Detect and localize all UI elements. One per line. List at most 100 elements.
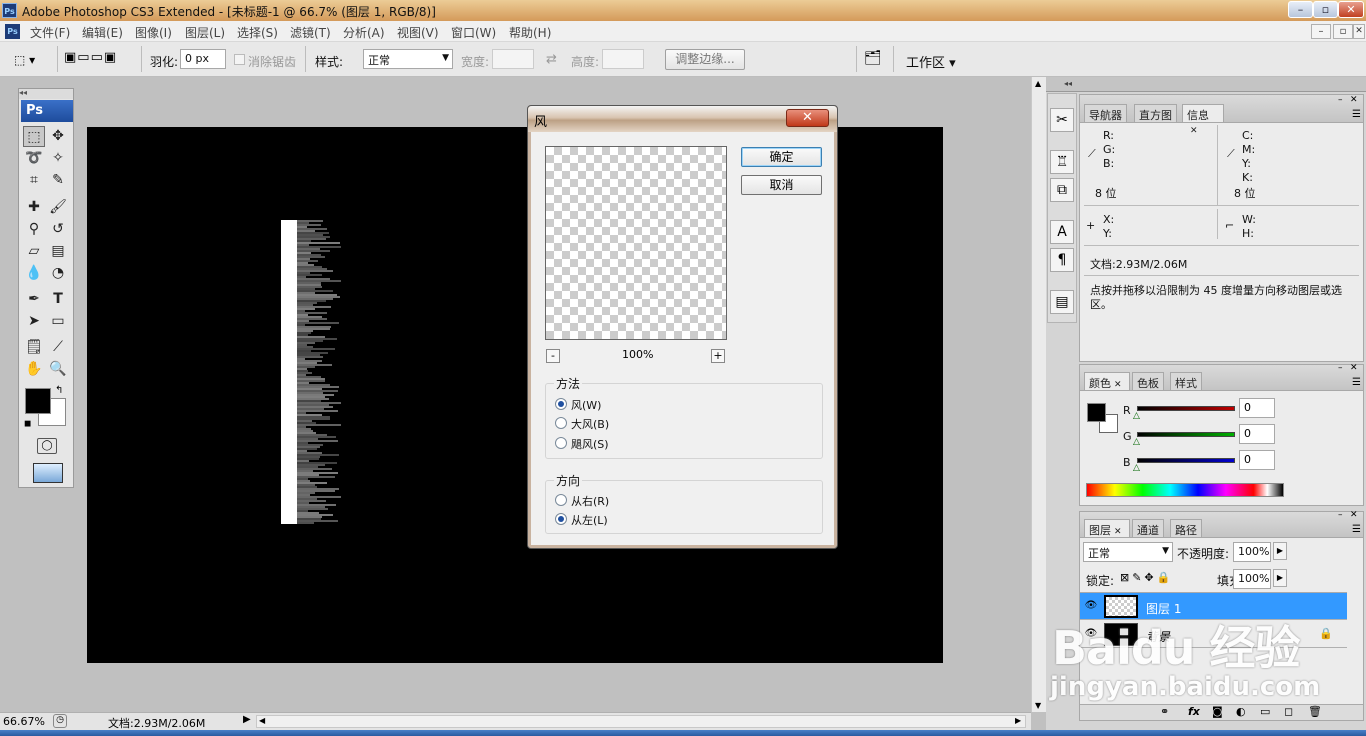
scroll-left-icon[interactable]: ◀ [259, 716, 265, 725]
style-select[interactable]: 正常 ▼ [363, 49, 453, 69]
layer-mask-icon[interactable]: ◙ [1212, 705, 1223, 718]
method-wind-label[interactable]: 风(W) [571, 397, 601, 413]
brush-tool-icon[interactable]: 🖌 [47, 197, 69, 218]
opacity-arrow-icon[interactable]: ▶ [1273, 542, 1287, 560]
method-stagger-label[interactable]: 飓风(S) [571, 436, 609, 452]
rect-marquee-tool-icon[interactable]: ⬚ [23, 126, 45, 147]
menu-view[interactable]: 视图(V) [397, 24, 439, 41]
tab-histogram[interactable]: 直方图 [1134, 104, 1177, 122]
blur-tool-icon[interactable]: 💧 [23, 263, 45, 284]
menu-window[interactable]: 窗口(W) [451, 24, 496, 41]
scroll-right-icon[interactable]: ▶ [1015, 716, 1021, 725]
doc-minimize-button[interactable]: – [1311, 24, 1331, 39]
brushes-icon[interactable]: ♖ [1050, 150, 1074, 174]
direction-right-radio[interactable] [555, 494, 567, 506]
doc-close-button[interactable]: ✕ [1353, 24, 1365, 39]
feather-input[interactable]: 0 px [180, 49, 226, 69]
menu-layer[interactable]: 图层(L) [185, 24, 225, 41]
maximize-button[interactable]: ▫ [1313, 1, 1338, 18]
zoom-in-button[interactable]: + [711, 349, 725, 363]
direction-left-label[interactable]: 从左(L) [571, 512, 608, 528]
close-icon[interactable]: ✕ [1114, 527, 1122, 537]
paragraph-icon[interactable]: ¶ [1050, 248, 1074, 272]
method-stagger-radio[interactable] [555, 437, 567, 449]
quick-mask-icon[interactable]: ◯ [37, 438, 57, 454]
slider-thumb-icon[interactable]: △ [1133, 437, 1140, 447]
color-spectrum-bar[interactable] [1086, 483, 1284, 497]
panel-collapse-icon[interactable]: – [1338, 95, 1343, 105]
slice-tool-icon[interactable]: ✎ [47, 170, 69, 191]
menu-image[interactable]: 图像(I) [135, 24, 172, 41]
close-icon[interactable]: ✕ [1190, 126, 1198, 136]
lock-options-icons[interactable]: ⊠✎✥🔒 [1120, 571, 1173, 584]
selection-mode-icons[interactable]: ▣▭▭▣ [64, 50, 134, 70]
eraser-tool-icon[interactable]: ▱ [23, 241, 45, 262]
method-blast-label[interactable]: 大风(B) [571, 416, 609, 432]
fill-input[interactable]: 100% [1233, 569, 1271, 589]
scroll-down-icon[interactable]: ▼ [1035, 701, 1041, 710]
panel-menu-icon[interactable]: ☰ [1352, 109, 1361, 120]
close-button[interactable]: ✕ [1338, 1, 1364, 18]
zoom-tool-icon[interactable]: 🔍 [47, 359, 69, 380]
ok-button[interactable]: 确定 [741, 147, 822, 167]
slider-thumb-icon[interactable]: △ [1133, 463, 1140, 473]
tab-color[interactable]: 颜色 ✕ [1084, 372, 1130, 390]
color-b-slider[interactable] [1137, 458, 1235, 463]
color-g-slider[interactable] [1137, 432, 1235, 437]
tool-presets-icon[interactable]: ✂ [1050, 108, 1074, 132]
color-fg-swatch[interactable] [1087, 403, 1106, 422]
minimize-button[interactable]: – [1288, 1, 1313, 18]
new-group-icon[interactable]: ▭ [1260, 705, 1270, 718]
eye-icon[interactable]: 👁 [1084, 601, 1098, 611]
layer-comps-icon[interactable]: ▤ [1050, 290, 1074, 314]
stamp-tool-icon[interactable]: ⚲ [23, 219, 45, 240]
eyedropper-tool-icon[interactable]: ⟋ [47, 337, 69, 358]
swap-colors-icon[interactable]: ↰ [55, 385, 63, 396]
crop-tool-icon[interactable]: ⌗ [23, 170, 45, 191]
method-blast-radio[interactable] [555, 417, 567, 429]
lasso-tool-icon[interactable]: ➰ [23, 148, 45, 169]
vertical-scrollbar[interactable]: ▲ ▼ [1031, 77, 1046, 712]
doc-restore-button[interactable]: ▫ [1333, 24, 1353, 39]
dodge-tool-icon[interactable]: ◔ [47, 263, 69, 284]
tab-swatches[interactable]: 色板 [1132, 372, 1164, 390]
status-info-icon[interactable]: ◷ [53, 714, 67, 728]
scroll-up-icon[interactable]: ▲ [1035, 79, 1041, 88]
history-brush-tool-icon[interactable]: ↺ [47, 219, 69, 240]
panel-close-icon[interactable]: ✕ [1350, 363, 1358, 373]
dock-grip[interactable]: ◂◂ [1046, 77, 1366, 92]
close-icon[interactable]: ✕ [1114, 380, 1122, 390]
swap-icon[interactable]: ⇄ [546, 52, 557, 67]
direction-left-radio[interactable] [555, 513, 567, 525]
filter-preview[interactable] [545, 146, 727, 340]
color-g-input[interactable]: 0 [1239, 424, 1275, 444]
antialias-checkbox[interactable] [234, 54, 245, 65]
type-tool-icon[interactable]: T [47, 289, 69, 310]
delete-layer-icon[interactable]: 🗑 [1308, 705, 1322, 718]
panel-menu-icon[interactable]: ☰ [1352, 377, 1361, 388]
dialog-close-button[interactable]: ✕ [786, 109, 829, 127]
panel-menu-icon[interactable]: ☰ [1352, 524, 1361, 535]
opacity-input[interactable]: 100% [1233, 542, 1271, 562]
tab-channels[interactable]: 通道 [1132, 519, 1164, 537]
gradient-tool-icon[interactable]: ▤ [47, 241, 69, 262]
character-icon[interactable]: A [1050, 220, 1074, 244]
menu-edit[interactable]: 编辑(E) [82, 24, 123, 41]
toolbox-grip[interactable]: ◂◂ [19, 89, 73, 99]
menu-analysis[interactable]: 分析(A) [343, 24, 385, 41]
menu-help[interactable]: 帮助(H) [509, 24, 551, 41]
clone-source-icon[interactable]: ⧉ [1050, 178, 1074, 202]
slider-thumb-icon[interactable]: △ [1133, 411, 1140, 421]
bridge-icon[interactable]: 🗂 [864, 50, 886, 68]
shape-tool-icon[interactable]: ▭ [47, 311, 69, 332]
tab-info[interactable]: 信息 ✕ [1182, 104, 1224, 136]
marquee-tool-preset-icon[interactable]: ⬚ ▾ [14, 51, 50, 69]
healing-brush-tool-icon[interactable]: ✚ [23, 197, 45, 218]
color-b-input[interactable]: 0 [1239, 450, 1275, 470]
panel-collapse-icon[interactable]: – [1338, 510, 1343, 520]
cancel-button[interactable]: 取消 [741, 175, 822, 195]
adjustment-layer-icon[interactable]: ◐ [1236, 705, 1246, 718]
dialog-title-bar[interactable]: 风 ✕ [528, 106, 837, 132]
status-menu-arrow-icon[interactable]: ▶ [243, 714, 251, 725]
default-colors-icon[interactable]: ◼ [24, 419, 31, 429]
